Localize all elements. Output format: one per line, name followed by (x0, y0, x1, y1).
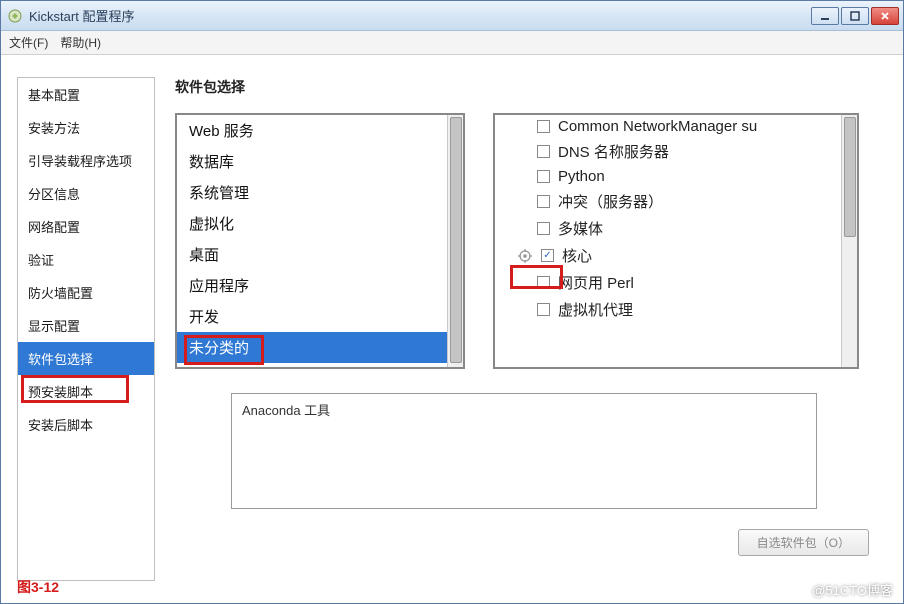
sidebar-item-display[interactable]: 显示配置 (18, 309, 154, 342)
sidebar-item-firewall[interactable]: 防火墙配置 (18, 276, 154, 309)
category-item-selected[interactable]: 未分类的 (177, 332, 463, 363)
description-box: Anaconda 工具 (231, 393, 817, 509)
sidebar-item-partition[interactable]: 分区信息 (18, 177, 154, 210)
package-label: Python (558, 168, 605, 185)
package-item[interactable]: Common NetworkManager su (495, 115, 857, 138)
menubar: 文件(F) 帮助(H) (1, 31, 903, 55)
category-item[interactable]: 桌面 (177, 239, 463, 270)
app-icon (7, 8, 23, 24)
category-list[interactable]: Web 服务 数据库 系统管理 虚拟化 桌面 应用程序 开发 未分类的 (175, 113, 465, 369)
scrollbar[interactable] (841, 115, 857, 367)
package-label: 虚拟机代理 (558, 299, 633, 320)
category-item[interactable]: 虚拟化 (177, 208, 463, 239)
package-label: 核心 (562, 245, 592, 266)
window-title: Kickstart 配置程序 (29, 6, 811, 25)
figure-label: 图3-12 (17, 577, 59, 597)
package-label: DNS 名称服务器 (558, 141, 669, 162)
category-item[interactable]: 数据库 (177, 146, 463, 177)
sidebar-item-network[interactable]: 网络配置 (18, 210, 154, 243)
optional-packages-button[interactable]: 自选软件包（O） (738, 529, 869, 556)
panes: Web 服务 数据库 系统管理 虚拟化 桌面 应用程序 开发 未分类的 (175, 113, 885, 369)
sidebar-item-prescript[interactable]: 预安装脚本 (18, 375, 154, 408)
window-controls (811, 7, 899, 25)
minimize-button[interactable] (811, 7, 839, 25)
maximize-button[interactable] (841, 7, 869, 25)
package-label: Common NetworkManager su (558, 118, 757, 135)
window: Kickstart 配置程序 文件(F) 帮助(H) 基本配置 安装方法 引导装… (0, 0, 904, 604)
sidebar-item-bootloader[interactable]: 引导装载程序选项 (18, 144, 154, 177)
checkbox[interactable] (537, 276, 550, 289)
category-item[interactable]: 应用程序 (177, 270, 463, 301)
sidebar-item-install[interactable]: 安装方法 (18, 111, 154, 144)
scroll-thumb[interactable] (844, 117, 856, 237)
gear-icon (517, 248, 533, 264)
package-label: 网页用 Perl (558, 272, 634, 293)
package-item[interactable]: Python (495, 165, 857, 188)
package-label: 多媒体 (558, 218, 603, 239)
menu-help[interactable]: 帮助(H) (60, 34, 101, 51)
package-label: 冲突（服务器） (558, 191, 663, 212)
checkbox[interactable] (537, 170, 550, 183)
checkbox[interactable] (537, 120, 550, 133)
sidebar-item-packages[interactable]: 软件包选择 (18, 342, 154, 375)
category-item[interactable]: 系统管理 (177, 177, 463, 208)
titlebar[interactable]: Kickstart 配置程序 (1, 1, 903, 31)
checkbox[interactable] (537, 145, 550, 158)
package-item[interactable]: 网页用 Perl (495, 269, 857, 296)
checkbox[interactable] (537, 195, 550, 208)
sidebar-item-auth[interactable]: 验证 (18, 243, 154, 276)
package-item[interactable]: DNS 名称服务器 (495, 138, 857, 165)
page-heading: 软件包选择 (175, 77, 885, 97)
category-item[interactable]: 开发 (177, 301, 463, 332)
package-item[interactable]: 冲突（服务器） (495, 188, 857, 215)
client-area: 基本配置 安装方法 引导装载程序选项 分区信息 网络配置 验证 防火墙配置 显示… (1, 55, 903, 603)
footer: 自选软件包（O） (175, 529, 885, 556)
package-item[interactable]: 多媒体 (495, 215, 857, 242)
package-list[interactable]: Common NetworkManager su DNS 名称服务器 Pytho… (493, 113, 859, 369)
checkbox[interactable] (537, 303, 550, 316)
scroll-thumb[interactable] (450, 117, 462, 363)
sidebar-item-postscript[interactable]: 安装后脚本 (18, 408, 154, 441)
checkbox-checked[interactable]: ✓ (541, 249, 554, 262)
package-item[interactable]: 虚拟机代理 (495, 296, 857, 323)
scrollbar[interactable] (447, 115, 463, 367)
sidebar-item-basic[interactable]: 基本配置 (18, 78, 154, 111)
sidebar: 基本配置 安装方法 引导装载程序选项 分区信息 网络配置 验证 防火墙配置 显示… (17, 77, 155, 581)
package-item-core[interactable]: ✓ 核心 (495, 242, 857, 269)
category-item[interactable]: Web 服务 (177, 115, 463, 146)
close-button[interactable] (871, 7, 899, 25)
menu-file[interactable]: 文件(F) (9, 34, 48, 51)
watermark: @51CTO博客 (812, 580, 893, 599)
checkbox[interactable] (537, 222, 550, 235)
main-panel: 软件包选择 Web 服务 数据库 系统管理 虚拟化 桌面 应用程序 开发 未分类… (155, 55, 903, 603)
